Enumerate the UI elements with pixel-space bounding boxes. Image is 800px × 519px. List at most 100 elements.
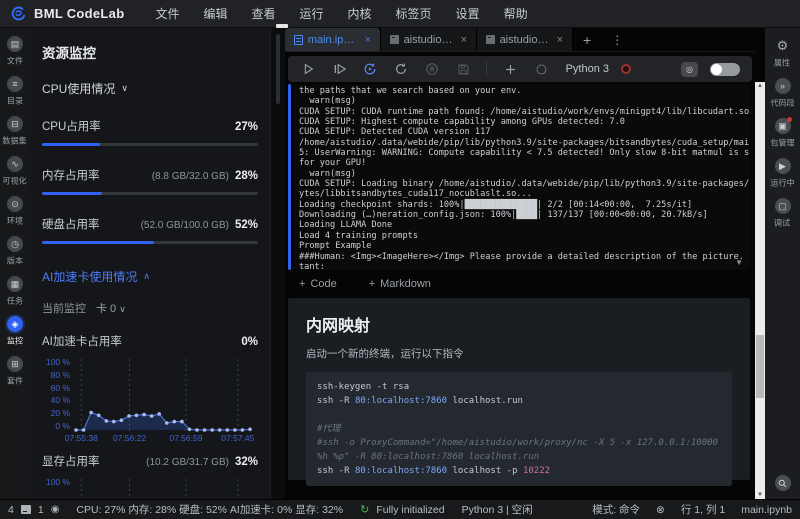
- kernel-name[interactable]: Python 3: [566, 63, 609, 75]
- gpu-usage-label: AI加速卡占用率: [42, 336, 122, 348]
- tab-main.ipynb[interactable]: main.ipynb ×: [285, 28, 381, 51]
- menu-item-0[interactable]: 文件: [150, 5, 184, 22]
- code-segment: ssh -R: [317, 396, 355, 406]
- rail-item-任务[interactable]: ▦ 任务: [0, 276, 30, 307]
- rail-item-监控[interactable]: ◈ 监控: [0, 316, 30, 347]
- code-assistant-button[interactable]: ◎: [681, 61, 698, 77]
- menu-item-1[interactable]: 编辑: [198, 5, 232, 22]
- menu-item-7[interactable]: 帮助: [499, 5, 533, 22]
- add-markdown-button[interactable]: + Markdown: [369, 278, 431, 290]
- memory-meter-detail: (8.8 GB/32.0 GB): [151, 171, 229, 182]
- terminal-icon: [20, 505, 31, 514]
- rail-item-属性[interactable]: ⚙ 属性: [765, 38, 800, 69]
- cpu-meter: CPU占用率 27%: [42, 118, 258, 146]
- kernel-status-indicator[interactable]: [621, 64, 631, 74]
- rail-item-代码段[interactable]: » 代码段: [765, 78, 800, 109]
- code-line: #ssh -o ProxyCommand="/home/aistudio/wor…: [317, 436, 721, 464]
- close-icon[interactable]: ×: [365, 34, 371, 46]
- disk-meter-percent: 52%: [234, 219, 258, 231]
- toolbar-divider: [486, 62, 487, 76]
- rail-item-包管理[interactable]: ▣ 包管理: [765, 117, 800, 149]
- debugger-icon: ▢: [774, 198, 791, 214]
- kernel-status-text[interactable]: Python 3 | 空闲: [462, 502, 533, 517]
- md-heading: 内网映射: [306, 318, 371, 335]
- rail-label: 任务: [6, 296, 24, 306]
- plus-icon: +: [368, 278, 376, 290]
- outline-icon: ≡: [7, 76, 23, 92]
- cpu-section-header[interactable]: CPU使用情况 ∨: [42, 80, 258, 97]
- card-selector[interactable]: 卡 0 ∨: [96, 300, 126, 316]
- run-all-button[interactable]: [331, 61, 347, 77]
- gpu-section-header[interactable]: AI加速卡使用情况 ∧: [42, 268, 258, 285]
- active-cell-indicator[interactable]: [288, 84, 291, 270]
- new-tab-button[interactable]: +: [573, 28, 601, 51]
- menu-item-3[interactable]: 运行: [295, 5, 329, 22]
- scroll-down-icon[interactable]: ▼: [735, 258, 743, 267]
- menu-item-2[interactable]: 查看: [246, 5, 280, 22]
- rail-item-套件[interactable]: ⊞ 套件: [0, 356, 30, 387]
- tab-aistudio@j...[interactable]: aistudio@j... ×: [477, 28, 573, 51]
- statusbar-filename: main.ipynb: [741, 503, 792, 516]
- vram-label: 显存占用率: [42, 456, 100, 468]
- rail-item-调试[interactable]: ▢ 调试: [765, 198, 800, 229]
- scroll-down-arrow[interactable]: ▼: [755, 492, 765, 498]
- code-segment: ssh-keygen -t rsa: [317, 382, 410, 392]
- main-scrollbar[interactable]: ▲ ▼: [755, 82, 765, 499]
- code-segment: 10222: [522, 466, 551, 476]
- tab-aistudio@j...[interactable]: aistudio@j... ×: [381, 28, 477, 51]
- rail-item-可视化[interactable]: ∿ 可视化: [0, 156, 30, 187]
- tasks-icon: ▦: [7, 276, 23, 292]
- rail-item-版本[interactable]: ◷ 版本: [0, 236, 30, 267]
- rail-item-文件[interactable]: ▤ 文件: [0, 36, 30, 67]
- rail-item-环境[interactable]: ⊙ 环境: [0, 196, 30, 227]
- menu: 文件 编辑 查看 运行 内核 标签页 设置 帮助: [150, 5, 532, 22]
- cursor-position[interactable]: 行 1, 列 1: [681, 502, 725, 517]
- monitor-label: 当前监控: [42, 303, 86, 315]
- run-button[interactable]: [300, 61, 316, 77]
- output-cell: the paths that we search based on your e…: [285, 84, 751, 270]
- scroll-up-arrow[interactable]: ▲: [755, 83, 765, 89]
- panel-splitter[interactable]: [270, 28, 285, 499]
- menu-item-4[interactable]: 内核: [343, 5, 377, 22]
- status-bar: 4 1 ◉ CPU: 27% 内存: 28% 硬盘: 52% AI加速卡: 0%…: [0, 499, 800, 519]
- search-icon[interactable]: [774, 475, 791, 491]
- mode-toggle[interactable]: [710, 62, 740, 76]
- tab-bar: main.ipynb × aistudio@j... × aistudio@j... × +…: [285, 28, 755, 52]
- kernel-interrupt-button[interactable]: [533, 61, 549, 77]
- disk-meter-detail: (52.0 GB/100.0 GB): [140, 220, 229, 231]
- tab-more-button[interactable]: ⋮: [601, 28, 634, 51]
- gpu-usage-chart: 100 % 80 % 60 % 40 % 20 % 0 % 07:55:38 07:56:22…: [45, 357, 255, 443]
- package-manager-icon: ▣: [774, 117, 792, 134]
- close-icon[interactable]: ×: [461, 34, 467, 46]
- menubar: BML CodeLab 文件 编辑 查看 运行 内核 标签页 设置 帮助: [0, 0, 800, 28]
- terminal-icon: [486, 35, 495, 44]
- editor-mode[interactable]: 模式: 命令: [592, 502, 640, 517]
- menu-item-6[interactable]: 设置: [451, 5, 485, 22]
- menu-item-5[interactable]: 标签页: [391, 5, 437, 22]
- tab-label: aistudio@j...: [403, 33, 456, 46]
- rail-item-数据集[interactable]: ⊟ 数据集: [0, 116, 30, 147]
- close-icon[interactable]: ×: [557, 34, 563, 46]
- terminal-icon: [390, 35, 399, 44]
- right-activity-bar: ⚙ 属性 » 代码段 ▣ 包管理 ▶ 运行中 ▢ 调试: [765, 28, 800, 499]
- refresh-button[interactable]: [393, 61, 409, 77]
- add-code-button[interactable]: + Code: [299, 278, 337, 290]
- save-button[interactable]: [455, 61, 471, 77]
- init-status[interactable]: Fully initialized: [376, 504, 444, 516]
- memory-meter: 内存占用率 (8.8 GB/32.0 GB) 28%: [42, 167, 258, 195]
- markdown-cell[interactable]: 内网映射 启动一个新的终端，运行以下指令 ssh-keygen -t rsa ss…: [288, 298, 750, 486]
- md-code-block[interactable]: ssh-keygen -t rsa ssh -R 80:localhost:786…: [306, 372, 732, 486]
- chevron-up-icon: ∧: [143, 271, 150, 281]
- rail-item-运行中[interactable]: ▶ 运行中: [765, 158, 800, 189]
- terminal-count[interactable]: 4: [8, 504, 14, 516]
- kernel-count[interactable]: 1: [38, 504, 44, 516]
- scrollbar-thumb[interactable]: [756, 335, 764, 398]
- add-cell-button[interactable]: [502, 61, 518, 77]
- vram-meter: 显存占用率 (10.2 GB/31.7 GB) 32%: [42, 453, 258, 469]
- restart-kernel-button[interactable]: [362, 61, 378, 77]
- code-segment: 80:localhost:7860: [354, 396, 448, 406]
- console-output[interactable]: the paths that we search based on your e…: [293, 85, 749, 270]
- chevron-down-icon: ∨: [119, 304, 126, 314]
- rail-item-目录[interactable]: ≡ 目录: [0, 76, 30, 107]
- interrupt-button[interactable]: [424, 61, 440, 77]
